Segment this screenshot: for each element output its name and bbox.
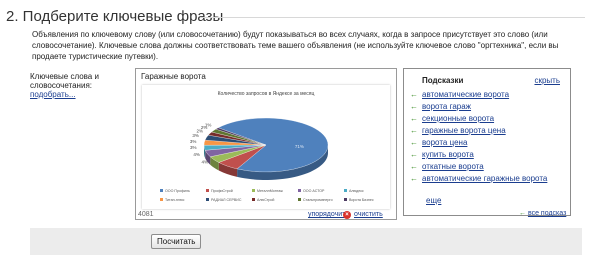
hint-item[interactable]: ← секционные ворота — [410, 113, 547, 125]
legend-label: Ворота Бизнес — [349, 198, 374, 202]
legend-swatch — [298, 198, 301, 201]
hints-title: Подсказки — [422, 76, 464, 85]
hint-list: ← автоматические ворота ← ворота гараж ← се… — [410, 89, 547, 185]
pie-data-label: 71% — [295, 144, 304, 149]
legend-label: Алюдекс — [349, 189, 364, 193]
keyword-counter: 4081 — [138, 211, 154, 218]
hint-text[interactable]: ворота гараж — [422, 102, 471, 111]
pie-data-label: 3% — [192, 133, 199, 138]
legend-label: АлюСтрой — [257, 198, 274, 202]
pie-data-label: 3% — [190, 145, 197, 150]
more-hints-link[interactable]: еще — [426, 196, 441, 205]
legend-swatch — [160, 189, 163, 192]
hint-item[interactable]: ← ворота гараж — [410, 101, 547, 113]
legend-label: ООО АСТОР — [303, 189, 325, 193]
hint-text[interactable]: автоматические ворота — [422, 90, 509, 99]
hint-text[interactable]: секционные ворота — [422, 114, 494, 123]
all-hints-link[interactable]: ← все подсказ — [519, 210, 566, 217]
hint-text[interactable]: откатные ворота — [422, 162, 484, 171]
pasted-chart: Количество запросов в Яндексе за месяц 7… — [142, 85, 390, 209]
legend-label: МеталлМонтаж — [257, 189, 283, 193]
bottom-bar — [30, 228, 582, 255]
calculate-button[interactable]: Посчитать — [151, 234, 202, 249]
arrow-left-icon: ← — [519, 210, 526, 217]
keyword-line: Гаражные ворота — [141, 72, 206, 81]
arrow-left-icon: ← — [410, 162, 418, 171]
section-title: 2. Подберите ключевые фразы — [6, 8, 224, 25]
pie-data-label: 3% — [190, 139, 197, 144]
hint-item[interactable]: ← гаражные ворота цена — [410, 125, 547, 137]
title-divider — [200, 17, 585, 18]
arrow-left-icon: ← — [410, 174, 418, 183]
all-hints-label[interactable]: все подсказ — [528, 210, 566, 217]
legend-label: Стальпромэнерго — [303, 198, 333, 202]
legend-swatch — [252, 189, 255, 192]
clear-icon[interactable]: × — [343, 211, 351, 219]
keywords-label: Ключевые слова и словосочетания: — [30, 72, 99, 90]
clear-link[interactable]: очистить — [354, 211, 383, 218]
keywords-label-block: Ключевые слова и словосочетания: подобра… — [30, 72, 130, 99]
section-description: Объявления по ключевому слову (или слово… — [32, 30, 559, 61]
legend-label: Титан-плюс — [165, 198, 185, 202]
hint-text[interactable]: ворота цена — [422, 138, 467, 147]
arrow-left-icon: ← — [410, 114, 418, 123]
pie-data-label: 4% — [201, 159, 208, 164]
pie-chart: Количество запросов в Яндексе за месяц 7… — [160, 91, 374, 202]
hint-item[interactable]: ← откатные ворота — [410, 161, 547, 173]
hint-text[interactable]: автоматические гаражные ворота — [422, 174, 547, 183]
pick-keywords-link[interactable]: подобрать... — [30, 90, 76, 99]
hint-text[interactable]: купить ворота — [422, 150, 474, 159]
legend-swatch — [298, 189, 301, 192]
legend-label: ООО Профиль — [165, 189, 190, 193]
arrow-left-icon: ← — [410, 90, 418, 99]
pie-data-label: 1% — [205, 122, 212, 127]
legend-swatch — [206, 189, 209, 192]
legend-label: ПрофиСтрой — [211, 189, 233, 193]
legend-swatch — [206, 198, 209, 201]
pie-data-label: 4% — [193, 152, 200, 157]
hide-hints-link[interactable]: скрыть — [534, 76, 560, 85]
legend-swatch — [160, 198, 163, 201]
legend-swatch — [344, 198, 347, 201]
arrow-left-icon: ← — [410, 102, 418, 111]
arrow-left-icon: ← — [410, 150, 418, 159]
hint-item[interactable]: ← автоматические ворота — [410, 89, 547, 101]
legend-swatch — [344, 189, 347, 192]
hint-text[interactable]: гаражные ворота цена — [422, 126, 506, 135]
arrow-left-icon: ← — [410, 126, 418, 135]
hint-item[interactable]: ← автоматические гаражные ворота — [410, 173, 547, 185]
arrow-left-icon: ← — [410, 138, 418, 147]
hint-item[interactable]: ← ворота цена — [410, 137, 547, 149]
hint-item[interactable]: ← купить ворота — [410, 149, 547, 161]
chart-title: Количество запросов в Яндексе за месяц — [218, 91, 315, 97]
legend-label: РАДИАЛ СЕРВИС — [211, 198, 242, 202]
legend-swatch — [252, 198, 255, 201]
hints-panel: Подсказки скрыть ← автоматические ворота … — [403, 68, 571, 216]
keywords-textarea[interactable]: Гаражные ворота Количество запросов в Ян… — [135, 68, 397, 220]
